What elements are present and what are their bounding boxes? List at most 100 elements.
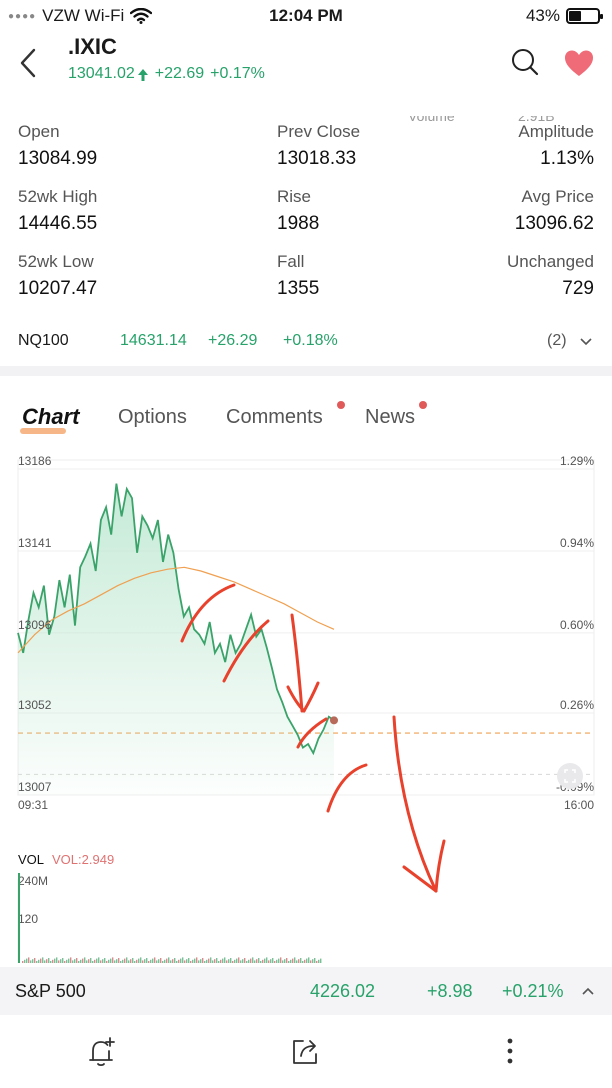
volume-bar [158, 959, 160, 963]
volume-bar [146, 958, 148, 963]
volume-bar [278, 958, 280, 963]
share-button[interactable] [288, 1034, 322, 1068]
volume-bar [306, 958, 308, 963]
index-change: +8.98 [427, 981, 473, 1001]
chevron-up-icon[interactable] [582, 987, 594, 995]
index-ticker-bar[interactable]: S&P 500 4226.02 +8.98 +0.21% [0, 967, 612, 1015]
volume-bar [266, 957, 268, 963]
stat-value: 729 [562, 278, 594, 299]
expand-icon [557, 763, 583, 789]
stat-value: 1355 [277, 278, 320, 299]
stat-52wk-high: 52wk High 14446.55 [18, 187, 97, 235]
volume-bar [114, 960, 116, 963]
volume-bar [308, 957, 310, 963]
volume-bar [162, 961, 164, 963]
volume-bar [228, 959, 230, 963]
tab-options[interactable]: Options [118, 406, 187, 429]
index-pct: +0.21% [502, 981, 564, 1001]
volume-bar [216, 958, 218, 963]
volume-bar [232, 961, 234, 963]
volume-bar [302, 961, 304, 963]
volume-bar [48, 958, 50, 963]
volume-bar [164, 959, 166, 963]
share-icon [293, 1040, 317, 1064]
volume-bar [120, 961, 122, 963]
index-price: 4226.02 [310, 981, 376, 1001]
annotation-stroke [434, 839, 446, 893]
volume-bar [256, 959, 258, 963]
chevron-left-icon [20, 48, 36, 78]
volume-bar [212, 960, 214, 963]
volume-bar [238, 957, 240, 963]
tab-news[interactable]: News [365, 406, 415, 429]
volume-bar [56, 957, 58, 963]
volume-bar [220, 959, 222, 963]
volume-bar [94, 959, 96, 963]
more-button[interactable] [493, 1034, 527, 1068]
volume-bar [300, 958, 302, 963]
volume-bar [310, 960, 312, 963]
volume-current: VOL:2.949 [52, 852, 115, 867]
volume-bar [142, 960, 144, 963]
volume-bar [298, 959, 300, 963]
volume-bar [72, 960, 74, 963]
volume-bar [112, 957, 114, 963]
volume-bar [32, 959, 34, 963]
volume-bar [292, 958, 294, 963]
volume-bar [106, 961, 108, 963]
search-button[interactable] [510, 47, 540, 77]
volume-bar [182, 957, 184, 963]
alert-button[interactable] [85, 1034, 119, 1068]
index-name: S&P 500 [15, 981, 86, 1001]
notification-dot [419, 401, 427, 409]
y-tick-label: 13096 [18, 618, 52, 632]
volume-bar [24, 959, 26, 963]
volume-bar [226, 960, 228, 963]
volume-bar [290, 959, 292, 963]
volume-bar [38, 959, 40, 963]
volume-bar [280, 957, 282, 963]
volume-bar [284, 959, 286, 963]
stat-52wk-low: 52wk Low 10207.47 [18, 252, 97, 300]
tab-chart[interactable]: Chart [22, 404, 79, 430]
chevron-down-icon[interactable] [580, 338, 592, 346]
volume-bar [130, 959, 132, 963]
volume-bar [222, 958, 224, 963]
nq100-price: 14631.14 [120, 332, 187, 349]
volume-bar [276, 959, 278, 963]
volume-bar [30, 960, 32, 963]
volume-bar [202, 958, 204, 963]
volume-bar [320, 958, 322, 963]
volume-bar [186, 959, 188, 963]
nq100-row[interactable]: NQ100 14631.14 +26.29 +0.18% (2) [18, 330, 594, 354]
volume-bar [116, 959, 118, 963]
favorite-button[interactable] [563, 48, 595, 78]
volume-bar [240, 960, 242, 963]
volume-label: VOL [18, 852, 45, 867]
volume-bar [294, 957, 296, 963]
intraday-chart[interactable]: 13186 1.29% 13141 0.94% 13096 0.60% 13052 0.26%… [0, 455, 612, 965]
volume-bar [36, 961, 38, 963]
volume-bar [194, 958, 196, 963]
bell-plus-icon [89, 1037, 115, 1067]
stat-value: 1.13% [540, 148, 594, 169]
volume-bar [150, 959, 152, 963]
search-icon [512, 49, 539, 76]
nq100-count: (2) [547, 332, 567, 349]
tab-comments[interactable]: Comments [226, 406, 323, 429]
volume-bar [74, 959, 76, 963]
volume-bar [86, 960, 88, 963]
volume-bar [314, 958, 316, 963]
battery-percent: 43% [525, 6, 560, 25]
stat-rise: Rise 1988 [277, 187, 319, 235]
last-price-marker [330, 716, 338, 725]
volume-bar [200, 959, 202, 963]
y-pct-label: 0.94% [560, 536, 594, 550]
volume-bar [42, 957, 44, 963]
volume-bar [64, 961, 66, 963]
volume-bar [190, 961, 192, 963]
volume-bar [126, 957, 128, 963]
notification-dot [337, 401, 345, 409]
volume-bar [262, 959, 264, 963]
back-button[interactable] [14, 46, 44, 80]
